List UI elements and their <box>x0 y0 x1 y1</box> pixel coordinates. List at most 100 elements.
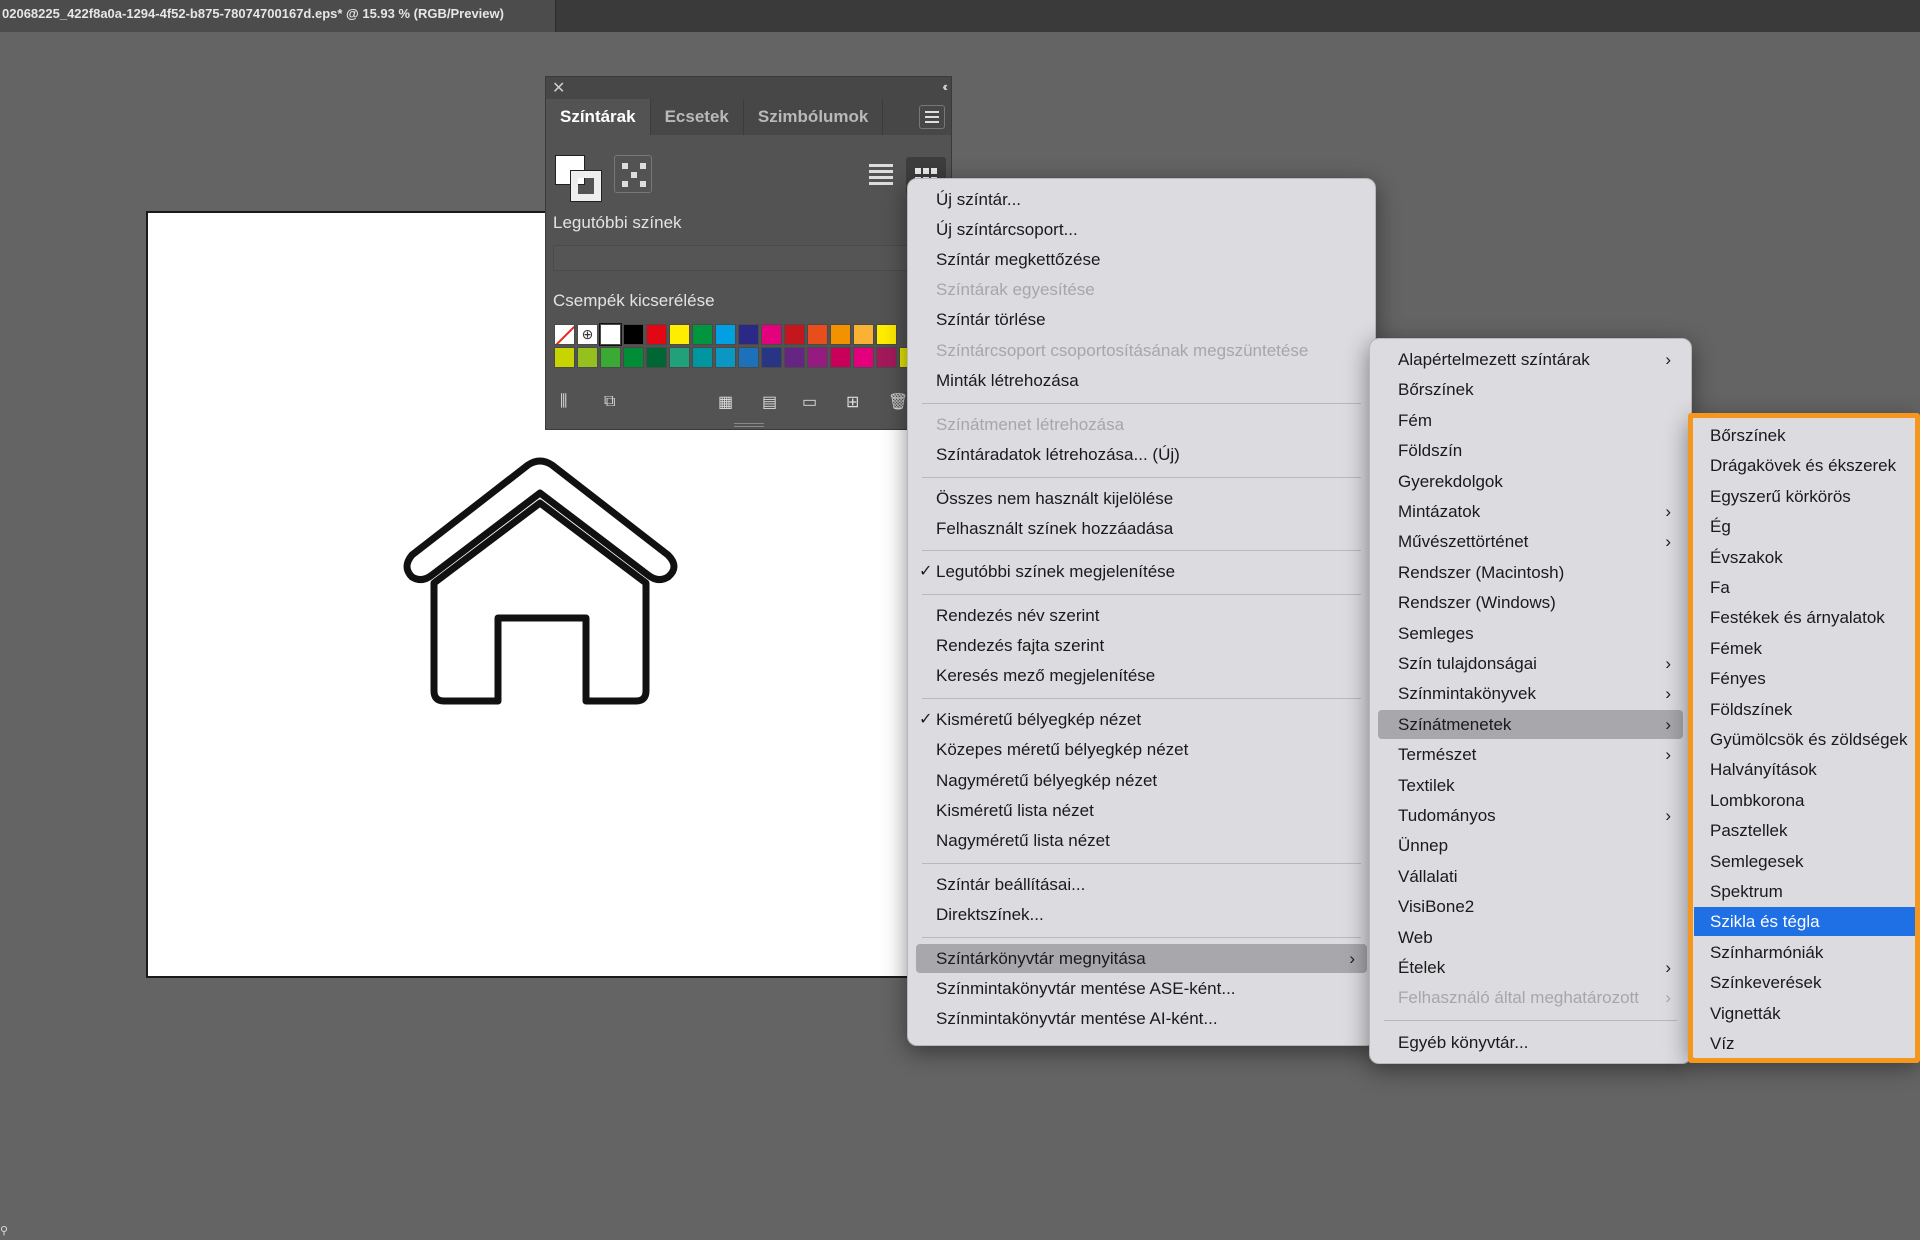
menu-item[interactable]: Felhasznált színek hozzáadása <box>916 514 1367 543</box>
color-swatch[interactable] <box>715 347 736 368</box>
menu-item[interactable]: Fa <box>1694 573 1919 602</box>
menu-item[interactable]: Évszakok <box>1694 543 1919 572</box>
color-swatch[interactable] <box>669 347 690 368</box>
delete-swatch-icon[interactable]: 🗑 <box>888 392 908 412</box>
color-swatch[interactable] <box>876 324 897 345</box>
menu-item[interactable]: Vállalati <box>1378 862 1683 891</box>
menu-item[interactable]: Színtár törlése <box>916 305 1367 334</box>
menu-item[interactable]: Közepes méretű bélyegkép nézet <box>916 735 1367 764</box>
menu-item[interactable]: Keresés mező megjelenítése <box>916 661 1367 690</box>
place-swatches-icon[interactable]: ⧉ <box>604 393 615 411</box>
tab-swatches[interactable]: Színtárak <box>546 99 651 135</box>
color-swatch[interactable] <box>646 347 667 368</box>
menu-item[interactable]: Lombkorona <box>1694 786 1919 815</box>
menu-item[interactable]: Ételek › <box>1378 953 1683 982</box>
menu-item[interactable]: VisiBone2 <box>1378 892 1683 921</box>
document-tab[interactable]: 02068225_422f8a0a-1294-4f52-b875-7807470… <box>0 0 556 32</box>
resize-grip[interactable] <box>734 423 764 427</box>
color-swatch[interactable] <box>646 324 667 345</box>
color-swatch[interactable] <box>761 347 782 368</box>
color-swatch[interactable] <box>692 324 713 345</box>
color-swatch[interactable] <box>830 324 851 345</box>
tab-symbols[interactable]: Szimbólumok <box>744 99 884 135</box>
menu-item[interactable]: Szín tulajdonságai › <box>1378 649 1683 678</box>
black-swatch[interactable] <box>623 324 644 345</box>
menu-item[interactable]: Pasztellek <box>1694 816 1919 845</box>
menu-item[interactable]: Egyéb könyvtár... <box>1378 1028 1683 1057</box>
menu-item[interactable]: Színtár beállításai... <box>916 870 1367 899</box>
color-swatch[interactable] <box>692 347 713 368</box>
menu-item[interactable]: Kisméretű lista nézet <box>916 796 1367 825</box>
menu-item[interactable]: Fém <box>1378 406 1683 435</box>
color-swatch[interactable] <box>715 324 736 345</box>
menu-item[interactable]: Alapértelmezett színtárak › <box>1378 345 1683 374</box>
menu-item[interactable]: Minták létrehozása <box>916 366 1367 395</box>
menu-item[interactable]: Semlegesek <box>1694 847 1919 876</box>
color-swatch[interactable] <box>577 347 598 368</box>
color-swatch[interactable] <box>784 324 805 345</box>
close-icon[interactable]: ✕ <box>552 78 565 98</box>
menu-item[interactable]: Új színtár... <box>916 185 1367 214</box>
color-swatch[interactable] <box>600 347 621 368</box>
new-group-folder-icon[interactable]: ▭ <box>802 392 817 412</box>
show-swatch-kinds-icon[interactable] <box>614 155 652 193</box>
menu-item[interactable]: Tudományos › <box>1378 801 1683 830</box>
menu-item[interactable]: Nagyméretű bélyegkép nézet <box>916 766 1367 795</box>
menu-item[interactable]: Víz <box>1694 1029 1919 1058</box>
menu-item[interactable]: Ég <box>1694 512 1919 541</box>
color-swatch[interactable] <box>738 347 759 368</box>
menu-item[interactable]: Földszín <box>1378 436 1683 465</box>
menu-item[interactable]: Színkeverések <box>1694 968 1919 997</box>
color-swatch[interactable] <box>853 347 874 368</box>
menu-item[interactable]: Színmintakönyvtár mentése ASE-ként... <box>916 974 1367 1003</box>
menu-item[interactable]: Festékek és árnyalatok <box>1694 603 1919 632</box>
color-swatch[interactable] <box>738 324 759 345</box>
menu-item[interactable]: Bőrszínek <box>1694 421 1919 450</box>
menu-item[interactable]: Fémek <box>1694 634 1919 663</box>
color-swatch[interactable] <box>807 347 828 368</box>
fill-stroke-widget[interactable] <box>555 155 603 203</box>
menu-item[interactable]: Mintázatok › <box>1378 497 1683 526</box>
menu-item[interactable]: Semleges <box>1378 619 1683 648</box>
menu-item[interactable]: Egyszerű körkörös <box>1694 482 1919 511</box>
menu-item[interactable]: Színmintakönyvtár mentése AI-ként... <box>916 1004 1367 1033</box>
color-swatch[interactable] <box>853 324 874 345</box>
menu-item[interactable]: Természet › <box>1378 740 1683 769</box>
list-view-icon[interactable] <box>869 161 893 187</box>
menu-item[interactable]: Kisméretű bélyegkép nézet <box>916 705 1367 734</box>
menu-item[interactable]: Művészettörténet › <box>1378 527 1683 556</box>
color-swatch[interactable] <box>876 347 897 368</box>
menu-item[interactable]: Színtár megkettőzése <box>916 245 1367 274</box>
menu-item[interactable]: Spektrum <box>1694 877 1919 906</box>
tab-brushes[interactable]: Ecsetek <box>651 99 744 135</box>
menu-item[interactable]: Szikla és tégla <box>1694 907 1919 937</box>
menu-item[interactable]: Földszínek <box>1694 695 1919 724</box>
menu-item[interactable]: Drágakövek és ékszerek <box>1694 451 1919 480</box>
menu-item[interactable]: Bőrszínek <box>1378 375 1683 404</box>
panel-menu-icon[interactable] <box>919 105 945 129</box>
color-swatch[interactable] <box>807 324 828 345</box>
swatch-options-icon[interactable]: ▤ <box>762 392 777 412</box>
collapse-icon[interactable]: ‹‹ <box>942 79 947 94</box>
show-kinds-menu-icon[interactable]: ▦ <box>718 392 733 412</box>
registration-swatch[interactable]: ⊕ <box>577 324 598 345</box>
swatch-libraries-icon[interactable]: ⫼ <box>560 393 567 411</box>
menu-item[interactable]: Textilek <box>1378 771 1683 800</box>
color-swatch[interactable] <box>761 324 782 345</box>
color-swatch[interactable] <box>623 347 644 368</box>
stroke-swatch[interactable] <box>570 170 602 202</box>
menu-item[interactable]: Színtárkönyvtár megnyitása › <box>916 944 1367 973</box>
menu-item[interactable]: Legutóbbi színek megjelenítése <box>916 557 1367 586</box>
color-swatch[interactable] <box>784 347 805 368</box>
menu-item[interactable]: Gyümölcsök és zöldségek <box>1694 725 1919 754</box>
menu-item[interactable]: Halványítások <box>1694 755 1919 784</box>
menu-item[interactable]: Színátmenetek › <box>1378 709 1683 739</box>
menu-item[interactable]: Színtáradatok létrehozása... (Új) <box>916 440 1367 469</box>
menu-item[interactable]: Rendszer (Macintosh) <box>1378 558 1683 587</box>
menu-item[interactable]: Fényes <box>1694 664 1919 693</box>
menu-item[interactable]: Új színtárcsoport... <box>916 215 1367 244</box>
menu-item[interactable]: Színmintakönyvek › <box>1378 679 1683 708</box>
menu-item[interactable]: Web <box>1378 923 1683 952</box>
menu-item[interactable]: Színharmóniák <box>1694 938 1919 967</box>
color-swatch[interactable] <box>830 347 851 368</box>
